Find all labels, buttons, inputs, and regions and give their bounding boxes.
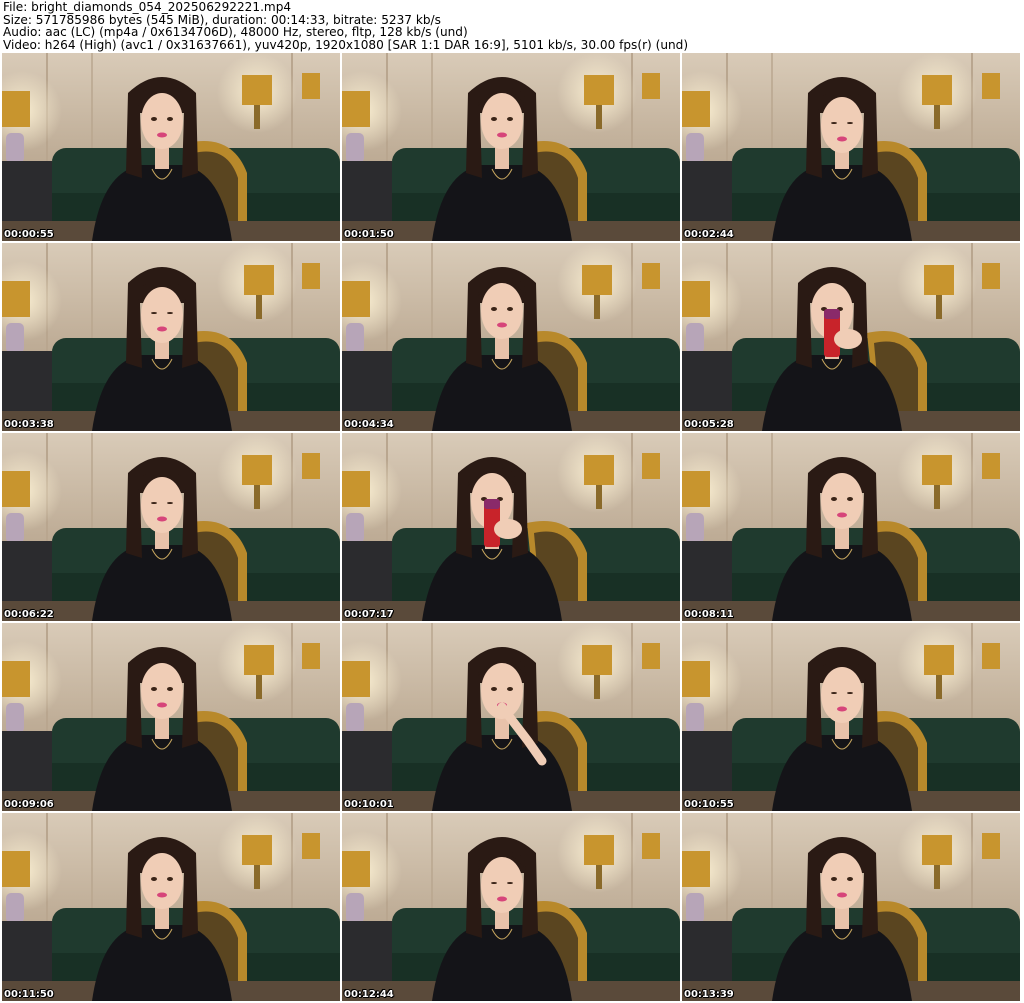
video-frame: [682, 243, 1020, 431]
file-name-line: File: bright_diamonds_054_202506292221.m…: [3, 0, 292, 14]
video-frame: [342, 53, 680, 241]
thumbnail-timestamp: 00:03:38: [4, 419, 54, 430]
video-frame: [682, 433, 1020, 621]
thumbnail-timestamp: 00:02:44: [684, 229, 734, 240]
video-frame: [2, 53, 340, 241]
thumbnail-timestamp: 00:09:06: [4, 799, 54, 810]
video-thumbnail: 00:13:39: [682, 813, 1020, 1001]
thumbnail-timestamp: 00:10:55: [684, 799, 734, 810]
video-thumbnail: 00:01:50: [342, 53, 680, 241]
video-thumbnail: 00:11:50: [2, 813, 340, 1001]
video-thumbnail: 00:00:55: [2, 53, 340, 241]
thumbnail-timestamp: 00:07:17: [344, 609, 394, 620]
thumbnail-timestamp: 00:10:01: [344, 799, 394, 810]
video-frame: [2, 623, 340, 811]
video-frame: [342, 433, 680, 621]
video-frame: [342, 623, 680, 811]
thumbnail-timestamp: 00:06:22: [4, 609, 54, 620]
video-thumbnail: 00:12:44: [342, 813, 680, 1001]
thumbnail-timestamp: 00:01:50: [344, 229, 394, 240]
thumbnail-timestamp: 00:12:44: [344, 989, 394, 1000]
thumbnail-timestamp: 00:05:28: [684, 419, 734, 430]
video-frame: [2, 813, 340, 1001]
video-thumbnail: 00:09:06: [2, 623, 340, 811]
video-thumbnail: 00:10:55: [682, 623, 1020, 811]
thumbnail-grid: 00:00:55 00:01:50 00:02:44 00:03:38 00:04:34…: [2, 53, 1022, 1003]
video-frame: [2, 433, 340, 621]
video-line: Video: h264 (High) (avc1 / 0x31637661), …: [3, 37, 689, 52]
video-frame: [682, 623, 1020, 811]
video-thumbnail: 00:07:17: [342, 433, 680, 621]
video-frame: [2, 243, 340, 431]
video-thumbnail: 00:04:34: [342, 243, 680, 431]
video-thumbnail: 00:10:01: [342, 623, 680, 811]
thumbnail-timestamp: 00:08:11: [684, 609, 734, 620]
video-frame: [682, 813, 1020, 1001]
video-thumbnail: 00:06:22: [2, 433, 340, 621]
video-thumbnail: 00:05:28: [682, 243, 1020, 431]
video-thumbnail: 00:02:44: [682, 53, 1020, 241]
video-frame: [342, 813, 680, 1001]
file-info-header: File: bright_diamonds_054_202506292221.m…: [3, 1, 1021, 53]
thumbnail-timestamp: 00:13:39: [684, 989, 734, 1000]
video-frame: [682, 53, 1020, 241]
video-thumbnail: 00:03:38: [2, 243, 340, 431]
video-frame: [342, 243, 680, 431]
thumbnail-timestamp: 00:11:50: [4, 989, 54, 1000]
thumbnail-timestamp: 00:00:55: [4, 229, 54, 240]
video-thumbnail: 00:08:11: [682, 433, 1020, 621]
audio-line: Audio: aac (LC) (mp4a / 0x6134706D), 480…: [3, 25, 468, 40]
thumbnail-timestamp: 00:04:34: [344, 419, 394, 430]
